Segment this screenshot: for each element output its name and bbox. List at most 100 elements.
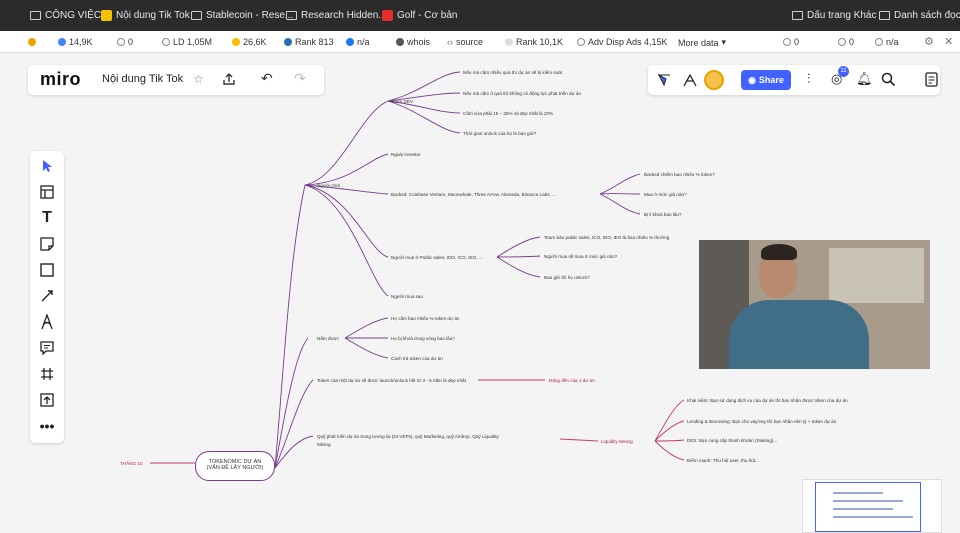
mindmap-node[interactable]: Điểm mạnh: Thu hút user, thu hút... bbox=[687, 458, 759, 463]
more-tools-icon[interactable]: ••• bbox=[36, 415, 58, 437]
mindmap-node[interactable]: Backed chiếm bao nhiêu % token? bbox=[644, 172, 715, 177]
source-icon: ‹› bbox=[447, 37, 453, 47]
miro-board-canvas[interactable]: TOKENOMIC DỰ ÁN (VẤN ĐỀ LẤY NGƯỜI) THẮNG… bbox=[0, 53, 960, 533]
mindmap-node-nguoi-choi[interactable]: Người chơi bbox=[317, 183, 340, 188]
ext-ads[interactable]: Adv Disp Ads 4,15K bbox=[577, 37, 668, 47]
chevron-down-icon: ▾ bbox=[721, 37, 727, 47]
bookmark-dau-trang-khac[interactable]: Dấu trang Khác bbox=[792, 10, 877, 21]
comment-icon[interactable] bbox=[36, 337, 58, 359]
connection-line-icon[interactable] bbox=[36, 285, 58, 307]
settings-gear-icon[interactable]: ⚙ bbox=[924, 35, 934, 48]
mindmap-node-nam-duoc[interactable]: Nắm được bbox=[317, 336, 339, 341]
mindmap-node[interactable]: Họ cầm bao nhiêu % token dự án bbox=[391, 316, 459, 321]
settings-sliders-icon[interactable]: ⫶ bbox=[807, 71, 810, 87]
whois-icon bbox=[396, 38, 404, 46]
minimap-viewport[interactable] bbox=[815, 482, 921, 532]
links-icon bbox=[162, 38, 170, 46]
webcam-video-overlay bbox=[699, 240, 930, 369]
star-icon[interactable]: ☆ bbox=[193, 72, 204, 86]
share-button[interactable]: ◉ Share bbox=[741, 70, 791, 90]
interaction-cursor-icon[interactable] bbox=[656, 72, 672, 88]
presenter-shirt bbox=[729, 300, 869, 369]
mindmap-node[interactable]: Thời gian unlock của họ là bao giờ? bbox=[463, 131, 536, 136]
folder-icon bbox=[792, 11, 803, 20]
mindmap-node[interactable]: Bị lị khoá bao lâu? bbox=[644, 212, 682, 217]
bookmark-stablecoin[interactable]: Stablecoin - Rese... bbox=[191, 10, 293, 21]
mindmap-node-team-dev[interactable]: Team DEV bbox=[391, 99, 413, 104]
notes-icon[interactable] bbox=[925, 72, 938, 87]
board-name[interactable]: Nội dung Tik Tok bbox=[102, 73, 183, 85]
notification-badge: 11 bbox=[838, 66, 849, 77]
mindmap-node-nguoi-mua[interactable]: Người mua ở Public sales, IDO, ICO, IEO,… bbox=[391, 255, 483, 260]
mindmap-root-node[interactable]: TOKENOMIC DỰ ÁN (VẤN ĐỀ LẤY NGƯỜI) bbox=[195, 451, 275, 481]
ext-links4[interactable]: n/a bbox=[875, 37, 899, 47]
mindmap-node-backed[interactable]: Backed: Coinbase Venture, Moonwhale, Thr… bbox=[391, 192, 556, 197]
bookmark-cong-viec[interactable]: CÔNG VIỆC bbox=[30, 10, 101, 21]
ext-links3[interactable]: 0 bbox=[838, 37, 854, 47]
mindmap-node-token-line[interactable]: Token của một dự án sẽ được launch/unloc… bbox=[317, 378, 466, 383]
mindmap-node[interactable]: Cầm vừa phải 15 – 25% và đẹp nhất là 20% bbox=[463, 111, 553, 116]
miro-collab-bar: ◉ Share ⫶ ◎ 11 🔔︎ bbox=[648, 65, 940, 95]
mindmap-left-label[interactable]: THẮNG 10 bbox=[120, 461, 142, 466]
frame-icon[interactable] bbox=[36, 363, 58, 385]
mindmap-node[interactable]: Khái niệm: Bạn sử dụng dịch vụ của dự án… bbox=[687, 398, 848, 403]
page-icon bbox=[286, 11, 297, 20]
bookmark-noi-dung-tik-tok[interactable]: Nội dung Tik Tok bbox=[101, 10, 190, 21]
page-icon bbox=[191, 11, 202, 20]
ext-bing[interactable]: 26,6K bbox=[232, 37, 267, 47]
mindmap-node-quy-line2[interactable]: Mining bbox=[317, 442, 331, 447]
mindmap-node-quy-line[interactable]: Quỹ phát triển dự án trong tương lai (DI… bbox=[317, 434, 499, 439]
ext-whois[interactable]: whois bbox=[396, 37, 430, 47]
shape-icon[interactable] bbox=[36, 259, 58, 281]
ext-links[interactable]: 0 bbox=[117, 37, 133, 47]
ext-rank2[interactable]: Rank 10,1K bbox=[505, 37, 563, 47]
mindmap-node[interactable]: Mua ở mức giá nào? bbox=[644, 192, 687, 197]
undo-icon[interactable]: ↶ bbox=[261, 70, 273, 87]
ext-ld[interactable]: LD 1,05M bbox=[162, 37, 212, 47]
mindmap-node[interactable]: Lending & Borrowing: Bạn cho vay/vay thì… bbox=[687, 419, 836, 424]
bookmark-label: CÔNG VIỆC bbox=[45, 10, 102, 21]
bookmark-golf[interactable]: Golf - Cơ bản bbox=[382, 10, 457, 21]
mindmap-node[interactable]: Người mua sẽ mua ở mức giá nào? bbox=[544, 254, 617, 259]
extension-logo-icon bbox=[28, 38, 36, 46]
mindmap-node-ngoai-investor[interactable]: Ngoài Investor bbox=[391, 152, 421, 157]
ext-source[interactable]: ‹› source bbox=[447, 37, 483, 47]
mindmap-node[interactable]: Cách trả token của dự án bbox=[391, 356, 443, 361]
mindmap-node[interactable]: Nếu mà cầm ít quá thì không có động lực … bbox=[463, 91, 581, 96]
folder-icon bbox=[30, 11, 41, 20]
mindmap-node[interactable]: Họ bị khoá trong vòng bao lâu? bbox=[391, 336, 455, 341]
ext-facebook[interactable]: n/a bbox=[346, 37, 370, 47]
notifications-bell-icon[interactable]: 🔔︎ bbox=[856, 71, 873, 87]
redo-icon[interactable]: ↷ bbox=[294, 70, 306, 87]
export-icon[interactable] bbox=[222, 72, 236, 86]
ext-rank[interactable]: Rank 813 bbox=[284, 37, 334, 47]
text-icon[interactable]: T bbox=[36, 207, 58, 229]
reactions-icon[interactable] bbox=[681, 71, 699, 89]
ext-links2[interactable]: 0 bbox=[783, 37, 799, 47]
close-icon[interactable]: ✕ bbox=[944, 35, 953, 48]
mindmap-node-token-line-right[interactable]: Đăng đến của 1 dự án bbox=[549, 378, 595, 383]
minimap-content bbox=[833, 500, 903, 502]
search-icon[interactable] bbox=[881, 72, 896, 87]
mindmap-node[interactable]: Nếu mà cầm nhiều quá thì dự án sẽ bị kiể… bbox=[463, 70, 562, 75]
bookmark-label: Danh sách đọc bbox=[894, 10, 960, 21]
mindmap-node-nguoi-mua-sau[interactable]: Người mua sau bbox=[391, 294, 423, 299]
mindmap-node[interactable]: DEX: Bạn cung cấp thanh khoản (Staking).… bbox=[687, 438, 777, 443]
sticky-note-icon[interactable] bbox=[36, 233, 58, 255]
ext-google[interactable]: 14,9K bbox=[58, 37, 93, 47]
bookmark-research-hidden[interactable]: Research Hidden... bbox=[286, 10, 387, 21]
mindmap-node-liquidity-mining[interactable]: Liquidity Mining bbox=[601, 439, 633, 444]
board-minimap[interactable] bbox=[802, 479, 942, 533]
mindmap-node[interactable]: Team bán public sales, ICO, IDO, IEO là … bbox=[544, 235, 669, 240]
bookmark-danh-sach-doc[interactable]: Danh sách đọc bbox=[879, 10, 960, 21]
select-cursor-icon[interactable] bbox=[36, 155, 58, 177]
ext-more-data[interactable]: More data ▾ bbox=[678, 37, 726, 48]
templates-icon[interactable] bbox=[36, 181, 58, 203]
rank-icon bbox=[284, 38, 292, 46]
upload-icon[interactable] bbox=[36, 389, 58, 411]
mindmap-node[interactable]: Bao giờ thì họ unlock? bbox=[544, 275, 590, 280]
user-avatar[interactable] bbox=[704, 70, 724, 90]
pen-icon[interactable] bbox=[36, 311, 58, 333]
youtube-icon bbox=[382, 10, 393, 21]
miro-logo[interactable]: miro bbox=[40, 69, 81, 90]
